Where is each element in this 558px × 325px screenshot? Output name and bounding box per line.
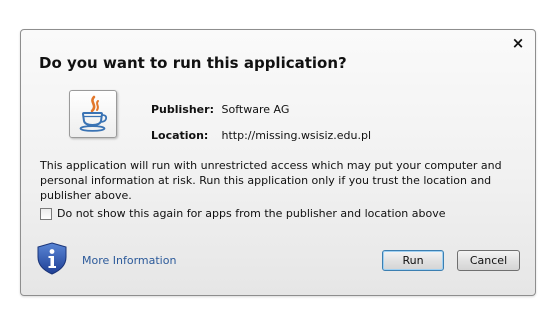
location-label: Location: (151, 129, 209, 142)
java-icon (69, 90, 117, 138)
cancel-button[interactable]: Cancel (457, 250, 520, 271)
run-button[interactable]: Run (382, 250, 444, 271)
publisher-row: Publisher: Software AG (151, 103, 289, 116)
info-shield-icon (36, 242, 68, 275)
dont-show-again-row[interactable]: Do not show this again for apps from the… (40, 207, 446, 220)
location-row: Location: http://missing.wsisiz.edu.pl (151, 129, 371, 142)
publisher-label: Publisher: (151, 103, 214, 116)
close-icon[interactable]: × (511, 36, 525, 51)
dont-show-again-checkbox[interactable] (40, 207, 52, 220)
security-dialog: × Do you want to run this application? P… (20, 29, 536, 296)
location-value: http://missing.wsisiz.edu.pl (221, 129, 372, 142)
dialog-title: Do you want to run this application? (39, 54, 347, 72)
warning-text: This application will run with unrestric… (40, 159, 502, 202)
dont-show-again-label[interactable]: Do not show this again for apps from the… (57, 207, 446, 220)
publisher-value: Software AG (221, 103, 290, 116)
more-information-link[interactable]: More Information (82, 254, 176, 267)
